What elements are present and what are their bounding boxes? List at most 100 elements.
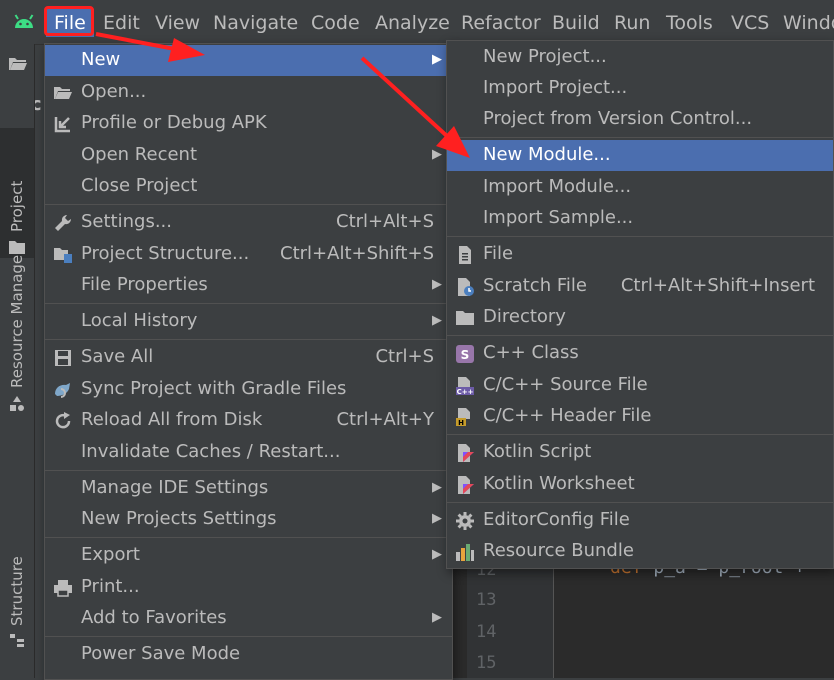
new-menu-import-sample[interactable]: Import Sample... xyxy=(447,203,833,234)
new-menu-import-project[interactable]: Import Project... xyxy=(447,73,833,104)
file-menu-invalidate-caches[interactable]: Invalidate Caches / Restart... xyxy=(45,437,452,468)
tab-project[interactable]: Project xyxy=(0,128,34,258)
new-menu-editorconfig-file[interactable]: EditorConfig File xyxy=(447,505,833,536)
menu-analyze[interactable]: Analyze xyxy=(375,9,450,37)
menu-item-label: Import Sample... xyxy=(483,207,634,228)
submenu-arrow-icon: ▶ xyxy=(432,610,442,625)
submenu-arrow-icon: ▶ xyxy=(432,511,442,526)
menu-item-shortcut: Ctrl+Alt+Shift+S xyxy=(280,243,434,264)
new-menu-file[interactable]: File xyxy=(447,239,833,270)
new-menu-c-source-file[interactable]: C++ C/C++ Source File xyxy=(447,370,833,401)
open-folder-button[interactable] xyxy=(0,44,34,88)
new-menu-resource-bundle[interactable]: Resource Bundle xyxy=(447,536,833,567)
file-menu-profile-debug-apk[interactable]: Profile or Debug APK xyxy=(45,108,452,139)
menu-item-label: Open... xyxy=(81,81,147,102)
project-structure-icon xyxy=(54,248,72,263)
new-menu-scratch-file[interactable]: Scratch File Ctrl+Alt+Shift+Insert xyxy=(447,271,833,302)
tab-structure[interactable]: Structure xyxy=(0,544,34,647)
menu-item-label: Project from Version Control... xyxy=(483,108,753,129)
file-menu-manage-ide-settings[interactable]: Manage IDE Settings ▶ xyxy=(45,473,452,504)
file-menu-export[interactable]: Export ▶ xyxy=(45,540,452,571)
new-menu-cpp-class[interactable]: S C++ Class xyxy=(447,338,833,369)
file-menu-save-all[interactable]: Save All Ctrl+S xyxy=(45,342,452,373)
cpp-source-file-icon: C++ xyxy=(456,377,474,396)
menu-item-label: EditorConfig File xyxy=(483,509,630,530)
file-annotation-box xyxy=(44,6,94,36)
menu-separator xyxy=(45,339,452,340)
menu-item-label: Invalidate Caches / Restart... xyxy=(81,441,341,462)
folder-icon xyxy=(456,311,474,325)
menu-view[interactable]: View xyxy=(155,9,200,37)
file-menu-print[interactable]: Print... xyxy=(45,572,452,603)
menu-separator xyxy=(45,470,452,471)
new-menu-kotlin-worksheet[interactable]: Kotlin Worksheet xyxy=(447,469,833,500)
new-menu-project-from-vcs[interactable]: Project from Version Control... xyxy=(447,104,833,135)
menu-separator xyxy=(447,502,833,503)
cpp-class-icon: S xyxy=(456,345,474,363)
new-menu-kotlin-script[interactable]: Kotlin Script xyxy=(447,437,833,468)
left-tool-strip: Project Resource Manager Structure xyxy=(0,44,35,678)
main-menubar: File Edit View Navigate Code Analyze Ref… xyxy=(0,0,834,45)
tab-resource-manager-label: Resource Manager xyxy=(8,248,26,388)
save-icon xyxy=(55,350,71,366)
menu-item-label: New xyxy=(81,49,121,70)
menu-item-label: Local History xyxy=(81,310,198,331)
new-menu-directory[interactable]: Directory xyxy=(447,302,833,333)
menu-item-label: Kotlin Worksheet xyxy=(483,473,635,494)
file-menu-open[interactable]: Open... xyxy=(45,77,452,108)
submenu-arrow-icon: ▶ xyxy=(432,313,442,328)
file-menu-open-recent[interactable]: Open Recent ▶ xyxy=(45,140,452,171)
menu-item-label: File xyxy=(483,243,514,264)
file-menu-file-properties[interactable]: File Properties ▶ xyxy=(45,270,452,301)
menu-item-shortcut: Ctrl+Alt+Shift+Insert xyxy=(620,275,815,296)
new-menu-import-module[interactable]: Import Module... xyxy=(447,172,833,203)
menu-run[interactable]: Run xyxy=(614,9,650,37)
menu-separator xyxy=(45,537,452,538)
file-menu-reload-from-disk[interactable]: Reload All from Disk Ctrl+Alt+Y xyxy=(45,405,452,436)
file-menu-new-projects-settings[interactable]: New Projects Settings ▶ xyxy=(45,504,452,535)
menu-tools[interactable]: Tools xyxy=(666,9,713,37)
menu-vcs[interactable]: VCS xyxy=(731,9,769,37)
file-menu-new[interactable]: New ▶ xyxy=(45,45,452,76)
printer-icon xyxy=(54,580,72,597)
menu-item-label: Print... xyxy=(81,576,140,597)
menu-item-shortcut: Ctrl+Alt+S xyxy=(336,211,434,232)
submenu-arrow-icon: ▶ xyxy=(432,147,442,162)
file-menu-add-to-favorites[interactable]: Add to Favorites ▶ xyxy=(45,603,452,634)
tab-resource-manager[interactable]: Resource Manager xyxy=(0,240,34,420)
menu-item-label: Import Module... xyxy=(483,176,632,197)
line-number: 13 xyxy=(476,590,497,610)
file-icon xyxy=(459,246,471,264)
menu-item-label: File Properties xyxy=(81,274,208,295)
menu-item-label: Close Project xyxy=(81,175,198,196)
gear-icon xyxy=(456,512,474,530)
folder-open-icon xyxy=(54,87,72,99)
submenu-arrow-icon: ▶ xyxy=(432,277,442,292)
menu-item-label: Profile or Debug APK xyxy=(81,112,267,133)
line-number: 14 xyxy=(476,622,497,642)
menu-edit[interactable]: Edit xyxy=(103,9,140,37)
resource-bundle-icon xyxy=(456,544,474,561)
new-menu-c-header-file[interactable]: H C/C++ Header File xyxy=(447,401,833,432)
file-menu-project-structure[interactable]: Project Structure... Ctrl+Alt+Shift+S xyxy=(45,239,452,270)
new-menu-new-project[interactable]: New Project... xyxy=(447,42,833,73)
menu-window[interactable]: Windo xyxy=(783,9,834,37)
file-menu-settings[interactable]: Settings... Ctrl+Alt+S xyxy=(45,207,452,238)
menu-build[interactable]: Build xyxy=(552,9,600,37)
menu-item-label: Open Recent xyxy=(81,144,198,165)
file-menu-local-history[interactable]: Local History ▶ xyxy=(45,306,452,337)
menu-code[interactable]: Code xyxy=(311,9,360,37)
file-menu-close-project[interactable]: Close Project xyxy=(45,171,452,202)
file-menu-sync-gradle[interactable]: Sync Project with Gradle Files xyxy=(45,374,452,405)
menu-navigate[interactable]: Navigate xyxy=(213,9,298,37)
menu-item-label: Save All xyxy=(81,346,154,367)
menu-separator xyxy=(447,335,833,336)
tab-project-label: Project xyxy=(8,180,26,232)
menu-refactor[interactable]: Refactor xyxy=(461,9,541,37)
menu-item-label: New Projects Settings xyxy=(81,508,277,529)
file-menu-power-save-mode[interactable]: Power Save Mode xyxy=(45,639,452,670)
menu-item-shortcut: Ctrl+Alt+Y xyxy=(336,409,434,430)
menu-item-label: Reload All from Disk xyxy=(81,409,263,430)
menu-item-label: Kotlin Script xyxy=(483,441,592,462)
new-menu-new-module[interactable]: New Module... xyxy=(447,140,833,171)
